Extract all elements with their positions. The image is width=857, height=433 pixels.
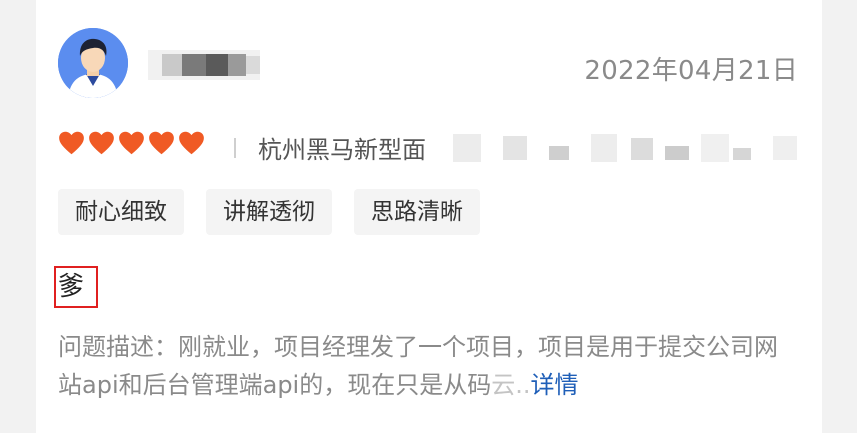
tag-item[interactable]: 耐心细致: [58, 189, 184, 235]
user-avatar[interactable]: [58, 28, 128, 98]
review-description[interactable]: 问题描述：刚就业，项目经理发了一个项目，项目是用于提交公司网站api和后台管理端…: [58, 328, 798, 404]
meta-divider: [234, 138, 236, 158]
course-name-blurred: [433, 128, 818, 168]
heart-icon: [179, 131, 204, 155]
description-fade: 云..: [491, 371, 531, 399]
tag-item[interactable]: 讲解透彻: [206, 189, 332, 235]
description-text: 问题描述：刚就业，项目经理发了一个项目，项目是用于提交公司网站api和后台管理端…: [58, 333, 778, 399]
tag-item[interactable]: 思路清晰: [354, 189, 480, 235]
user-avatar-icon: [58, 28, 128, 98]
heart-icon: [89, 131, 114, 155]
review-tags: 耐心细致 讲解透彻 思路清晰: [58, 189, 480, 235]
course-info[interactable]: 杭州黑马新型面: [258, 128, 818, 168]
rating-hearts: [58, 130, 205, 160]
review-title: 爹: [54, 266, 98, 308]
username-blurred: [148, 46, 260, 84]
heart-icon: [59, 131, 84, 155]
heart-icon: [119, 131, 144, 155]
details-link[interactable]: 详情: [530, 371, 578, 399]
course-name: 杭州黑马新型面: [258, 136, 426, 164]
review-date: 2022年04月21日: [584, 56, 798, 86]
heart-icon: [149, 131, 174, 155]
review-card: 2022年04月21日 杭州黑马新型面 耐心细致 讲解透彻 思路清晰 爹 问题描…: [36, 0, 822, 433]
